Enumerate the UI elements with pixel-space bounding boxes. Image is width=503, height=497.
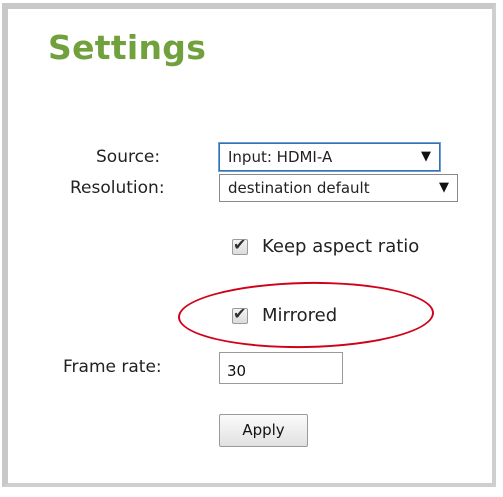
check-icon: ✔ [233, 234, 247, 254]
keep-aspect-ratio-checkbox[interactable]: ✔ [232, 235, 248, 255]
frame-rate-input[interactable] [219, 352, 343, 384]
frame-rate-label: Frame rate: [63, 357, 162, 377]
resolution-label: Resolution: [70, 178, 165, 198]
chevron-down-icon: ▼ [439, 180, 449, 195]
source-select[interactable]: Input: HDMI-A ▼ [218, 142, 441, 172]
keep-aspect-ratio-row: ✔ Keep aspect ratio [232, 235, 420, 257]
page-title: Settings [48, 28, 207, 67]
apply-button[interactable]: Apply [219, 414, 308, 447]
resolution-select[interactable]: destination default ▼ [219, 174, 458, 202]
source-label: Source: [96, 147, 161, 167]
chevron-down-icon: ▼ [421, 149, 431, 164]
resolution-select-value: destination default [228, 179, 370, 197]
keep-aspect-ratio-label: Keep aspect ratio [262, 236, 420, 257]
source-select-value: Input: HDMI-A [228, 148, 333, 166]
